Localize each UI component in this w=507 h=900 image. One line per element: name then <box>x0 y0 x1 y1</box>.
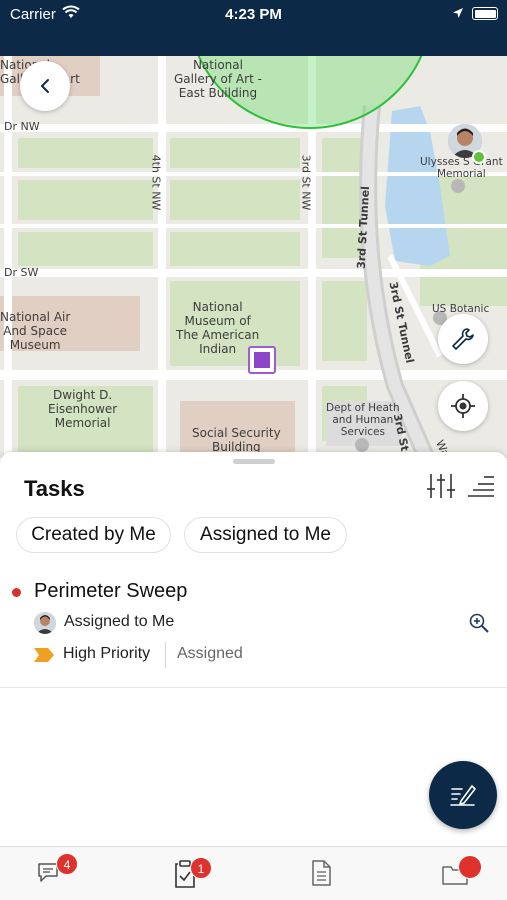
map-label-national-gallery-east: National Gallery of Art - East Building <box>174 58 262 100</box>
task-row[interactable]: Perimeter Sweep Assigned to Me High Prio… <box>0 572 507 688</box>
filter-created-by-me[interactable]: Created by Me <box>16 517 171 553</box>
divider <box>165 642 166 668</box>
filter-sliders-icon[interactable] <box>426 472 456 505</box>
chevron-left-icon <box>40 79 49 93</box>
task-status-dot <box>12 588 21 597</box>
sort-icon[interactable] <box>468 474 494 503</box>
road-label-4th-st: 4th St NW <box>149 154 163 211</box>
tab-tasks[interactable]: 1 <box>172 857 212 889</box>
tab-bar: 4 1 <box>0 846 507 900</box>
task-name: Perimeter Sweep <box>34 580 188 602</box>
tab-documents[interactable] <box>308 859 338 889</box>
map-label-eisenhower: Dwight D. Eisenhower Memorial <box>48 388 118 430</box>
tab-messages[interactable]: 4 <box>36 853 78 889</box>
map-view[interactable]: NationalGallery of Art NationalGallery o… <box>0 56 507 466</box>
status-bar: Carrier 4:23 PM <box>0 0 507 56</box>
wrench-icon <box>452 328 474 350</box>
map-label-ulysses-grant: Ulysses S Grant Memorial <box>420 156 503 180</box>
sheet-grabber[interactable] <box>233 459 275 464</box>
map-label-air-space: National Air And Space Museum <box>0 310 71 352</box>
map-label-health-human: Dept of Heath and Human Services <box>326 402 400 438</box>
map-label-social-security: Social Security Building <box>192 426 281 454</box>
online-status-dot <box>472 150 486 164</box>
task-priority: High Priority <box>63 645 151 662</box>
messages-badge: 4 <box>56 853 78 875</box>
task-location-marker[interactable] <box>248 346 276 374</box>
task-status: Assigned <box>177 645 243 662</box>
new-task-button[interactable] <box>429 761 497 829</box>
road-label-dr-nw: Dr NW <box>4 120 40 133</box>
crosshair-icon <box>451 394 475 418</box>
back-button[interactable] <box>20 61 70 111</box>
filter-assigned-to-me[interactable]: Assigned to Me <box>184 517 347 553</box>
my-location-button[interactable] <box>438 381 488 431</box>
location-arrow-icon <box>452 6 464 24</box>
assignee-avatar <box>34 612 56 634</box>
clock: 4:23 PM <box>225 6 282 23</box>
inbox-badge <box>458 855 482 879</box>
zoom-to-task-icon[interactable] <box>468 612 490 639</box>
tasks-badge: 1 <box>190 857 212 879</box>
tasks-title: Tasks <box>24 476 85 501</box>
priority-flag-icon <box>34 648 54 667</box>
task-assignee: Assigned to Me <box>64 613 175 630</box>
road-label-dr-sw: Dr SW <box>4 266 39 279</box>
tab-inbox[interactable] <box>440 855 482 889</box>
road-label-3rd-st: 3rd St NW <box>299 154 313 211</box>
compose-icon <box>450 784 477 806</box>
tools-button[interactable] <box>438 314 488 364</box>
tasks-sheet: Tasks Created by Me Assigned to Me Perim… <box>0 452 507 846</box>
map-label-american-indian: National Museum of The American Indian <box>176 300 260 356</box>
battery-icon <box>472 7 498 20</box>
document-icon <box>312 860 331 886</box>
